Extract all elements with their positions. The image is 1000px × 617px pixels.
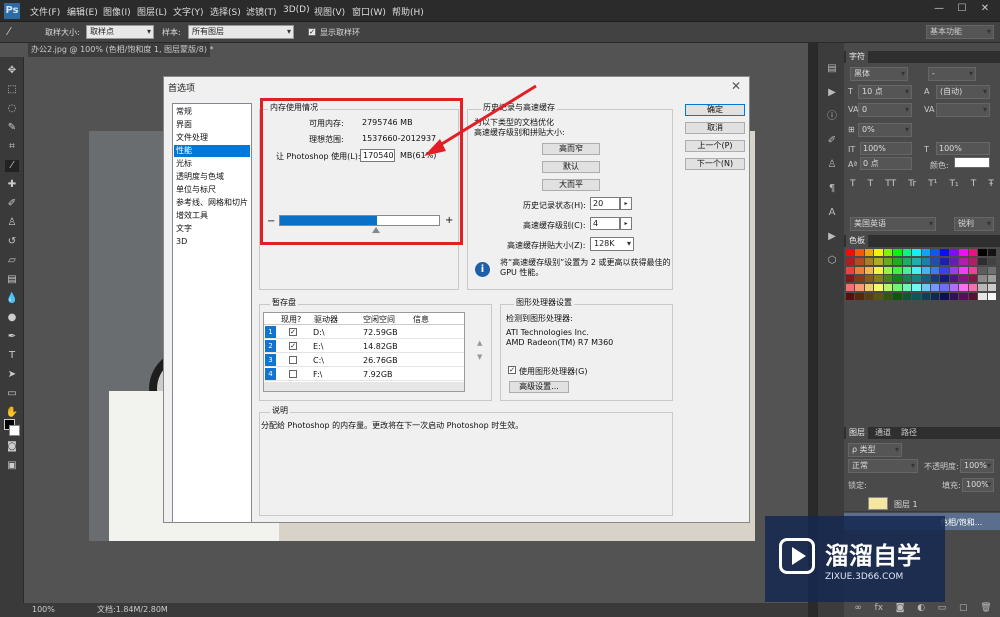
watermark: 溜溜自学 ZIXUE.3D66.COM bbox=[765, 516, 945, 602]
watermark-url: ZIXUE.3D66.COM bbox=[825, 572, 904, 582]
watermark-brand: 溜溜自学 bbox=[825, 542, 921, 570]
watermark-play-icon bbox=[779, 538, 815, 574]
